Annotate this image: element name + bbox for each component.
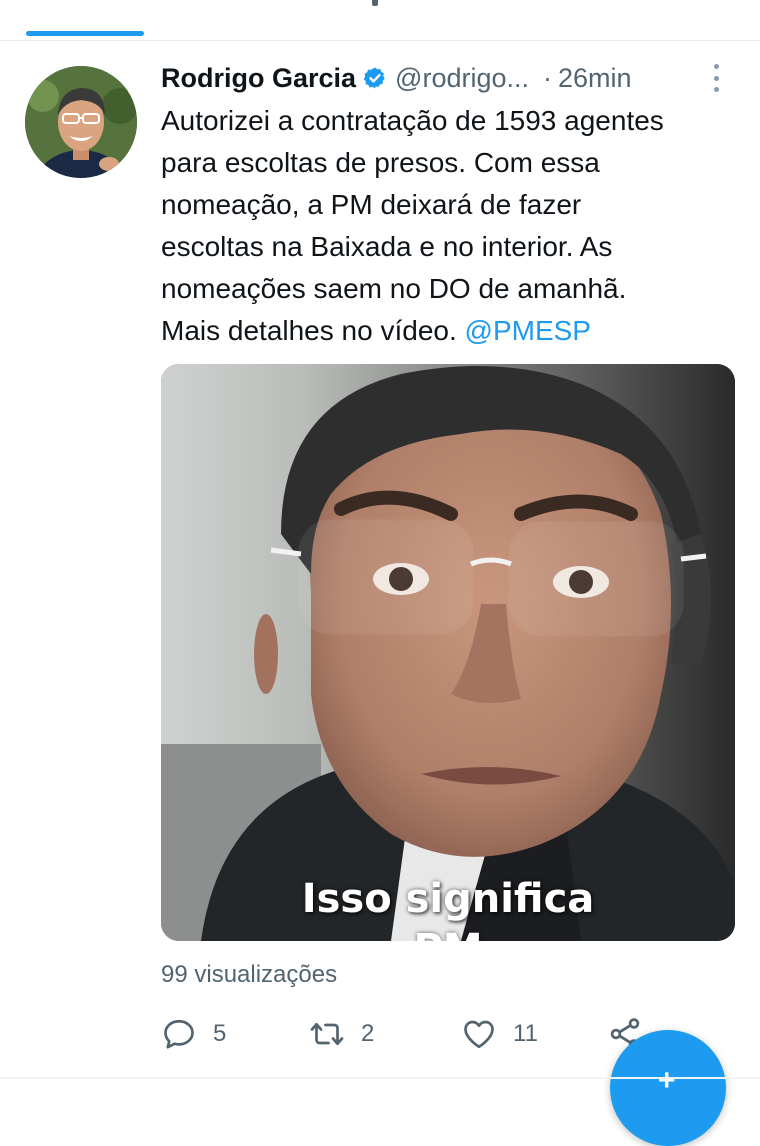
tweet-text: Autorizei a contratação de 1593 agentes … xyxy=(161,100,741,352)
author-name[interactable]: Rodrigo Garcia xyxy=(161,63,356,94)
reply-count: 5 xyxy=(213,1020,227,1047)
like-button[interactable]: 11 xyxy=(461,1012,538,1056)
retweet-button[interactable]: 2 xyxy=(309,1012,374,1056)
active-tab-indicator xyxy=(26,31,144,36)
more-dot xyxy=(713,75,719,81)
avatar-photo xyxy=(25,66,137,178)
more-dot xyxy=(713,64,719,69)
like-count: 11 xyxy=(513,1020,538,1047)
reply-icon xyxy=(164,1019,194,1049)
more-dot xyxy=(713,87,719,92)
tweet-text-line: Autorizei a contratação de 1593 agentes xyxy=(161,105,664,136)
separator-dot: · xyxy=(543,62,553,93)
tweet-header: Rodrigo Garcia @rodrigo... · 26min xyxy=(161,60,632,96)
video-frame xyxy=(161,364,735,941)
author-handle[interactable]: @rodrigo... xyxy=(395,63,529,94)
avatar[interactable] xyxy=(25,66,137,178)
like-icon xyxy=(464,1020,494,1049)
tweet-actions: 5 2 11 xyxy=(161,1012,641,1056)
more-options-icon[interactable] xyxy=(708,64,724,92)
top-tab-bar xyxy=(0,0,760,41)
tweet-text-line: nomeação, a PM deixará de fazer xyxy=(161,189,582,220)
tweet-text-line: escoltas na Baixada e no interior. As xyxy=(161,231,613,262)
view-count: 99 visualizações xyxy=(161,961,338,988)
tab-edge xyxy=(372,0,378,6)
compose-button[interactable]: + xyxy=(610,1030,726,1146)
reply-button[interactable]: 5 xyxy=(161,1012,226,1056)
compose-plus-icon: + xyxy=(658,1064,676,1097)
verified-badge-icon xyxy=(363,67,385,89)
retweet-count: 2 xyxy=(361,1020,375,1047)
tweet-text-line: Mais detalhes no vídeo. xyxy=(161,315,465,346)
video-player[interactable]: Isso significa PM xyxy=(161,364,735,941)
retweet-icon xyxy=(310,1022,344,1046)
tweet-timestamp[interactable]: 26min xyxy=(558,63,632,94)
video-caption-next: PM xyxy=(161,926,735,941)
tweet-text-line: nomeações saem no DO de amanhã. xyxy=(161,273,627,304)
mention-link[interactable]: @PMESP xyxy=(465,315,591,346)
tweet-text-last-line: Mais detalhes no vídeo. @PMESP xyxy=(161,310,741,352)
video-caption: Isso significa xyxy=(301,876,595,922)
tweet-text-line: para escoltas de presos. Com essa xyxy=(161,147,600,178)
